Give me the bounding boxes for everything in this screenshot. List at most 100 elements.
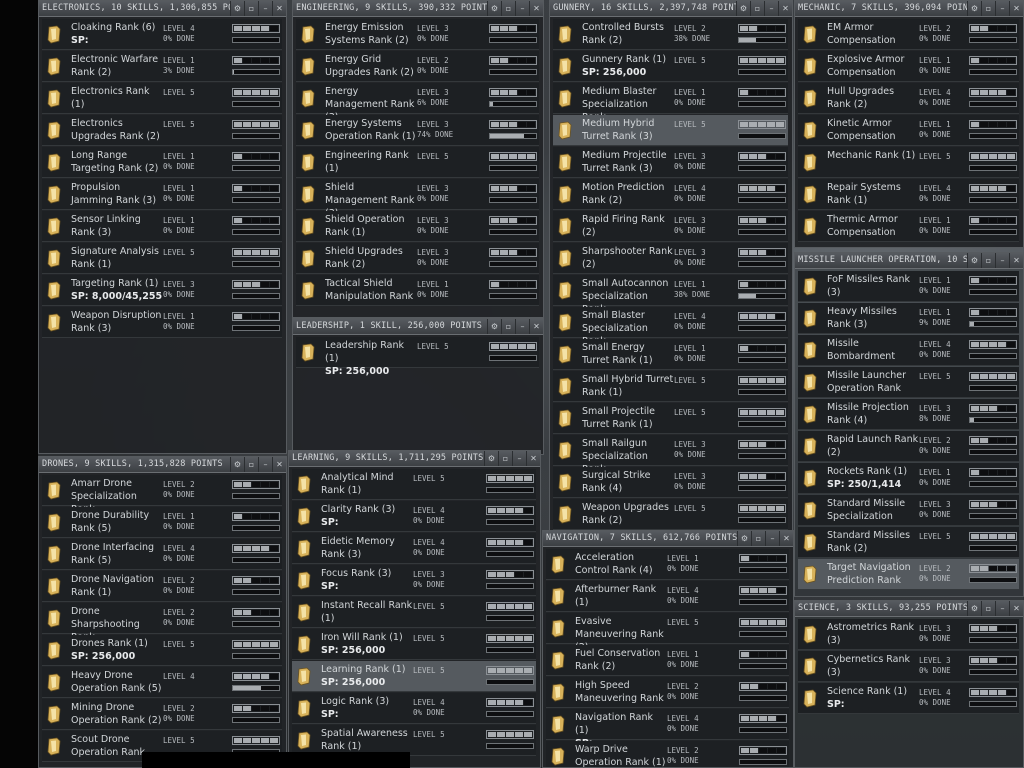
window-titlebar[interactable]: SCIENCE, 3 SKILLS, 93,255 POINTS ⚙ ▫ – ✕ bbox=[795, 601, 1023, 617]
skill-row[interactable]: Thermic Armor Compensation LEVEL 1 0% DONE bbox=[798, 211, 1019, 242]
collapse-icon[interactable]: ▫ bbox=[981, 1, 995, 16]
skill-row[interactable]: Electronics Upgrades Rank (2) LEVEL 5 bbox=[42, 115, 282, 146]
skill-row[interactable]: Long Range Targeting Rank (2) LEVEL 1 0% D… bbox=[42, 147, 282, 178]
skill-row[interactable]: Signature Analysis Rank (1) LEVEL 5 bbox=[42, 243, 282, 274]
collapse-icon[interactable]: ▫ bbox=[501, 1, 515, 16]
skill-row[interactable]: Amarr Drone Specialization RankLEVEL 20%… bbox=[42, 475, 282, 515]
skill-row[interactable]: Acceleration Control Rank (4) LEVEL 1 0% D… bbox=[546, 549, 789, 580]
minimize-icon[interactable]: – bbox=[995, 601, 1009, 616]
collapse-icon[interactable]: ▫ bbox=[244, 457, 258, 472]
skill-row[interactable]: Drone Sharpshooting RankLEVEL 20% DONE bbox=[42, 603, 282, 643]
skill-window-engineering[interactable]: ENGINEERING, 9 SKILLS, 390,332 POINTS ⚙ ▫ –… bbox=[292, 0, 544, 318]
collapse-icon[interactable]: ▫ bbox=[981, 601, 995, 616]
collapse-icon[interactable]: ▫ bbox=[750, 1, 764, 16]
skill-row[interactable]: Propulsion Jamming Rank (3) LEVEL 1 0% DON… bbox=[42, 179, 282, 210]
close-icon[interactable]: ✕ bbox=[526, 451, 540, 466]
skill-row[interactable]: Heavy Missiles Rank (3) LEVEL 1 9% DONE bbox=[798, 303, 1019, 334]
skill-row[interactable]: Cybernetics Rank (3) LEVEL 3 0% DONE bbox=[798, 651, 1019, 682]
settings-icon[interactable]: ⚙ bbox=[484, 451, 498, 466]
skill-row[interactable]: Astrometrics Rank (3) LEVEL 3 0% DONE bbox=[798, 619, 1019, 650]
skill-row[interactable]: Eidetic Memory Rank (3) LEVEL 4 0% DONE bbox=[292, 533, 536, 564]
skill-row[interactable]: Rockets Rank (1) SP: 250/1,414 LEVEL 1 0% D… bbox=[798, 463, 1019, 494]
skill-row[interactable]: Weapon Upgrades Rank (2) LEVEL 5 bbox=[553, 499, 788, 530]
skill-row[interactable]: Rapid Firing Rank (2) LEVEL 3 0% DONE bbox=[553, 211, 788, 242]
skill-row[interactable]: Controlled Bursts Rank (2) LEVEL 2 38% DON… bbox=[553, 19, 788, 50]
skill-row[interactable]: Missile Projection Rank (4) LEVEL 3 8% DON… bbox=[798, 399, 1019, 430]
skill-row[interactable]: Missile Launcher Operation Rank LEVEL 5 bbox=[798, 367, 1019, 398]
settings-icon[interactable]: ⚙ bbox=[736, 1, 750, 16]
skill-window-missile[interactable]: MISSILE LAUNCHER OPERATION, 10 SKILLS ⚙ ▫ –… bbox=[794, 252, 1024, 597]
skill-row[interactable]: Fuel Conservation Rank (2) LEVEL 1 0% DONE bbox=[546, 645, 789, 676]
skill-row[interactable]: Drone Interfacing Rank (5) LEVEL 4 0% DONE bbox=[42, 539, 282, 570]
close-icon[interactable]: ✕ bbox=[778, 1, 792, 16]
settings-icon[interactable]: ⚙ bbox=[487, 319, 501, 334]
settings-icon[interactable]: ⚙ bbox=[487, 1, 501, 16]
skill-row[interactable]: Medium Blaster Specialization RankLEVEL … bbox=[553, 83, 788, 123]
minimize-icon[interactable]: – bbox=[512, 451, 526, 466]
skill-row[interactable]: Standard Missiles Rank (2) LEVEL 5 bbox=[798, 527, 1019, 558]
minimize-icon[interactable]: – bbox=[995, 253, 1009, 268]
skill-row[interactable]: Small Hybrid Turret Rank (1) LEVEL 5 bbox=[553, 371, 788, 402]
settings-icon[interactable]: ⚙ bbox=[967, 1, 981, 16]
skill-row[interactable]: Afterburner Rank (1) LEVEL 4 0% DONE bbox=[546, 581, 789, 612]
skill-row[interactable]: Standard Missile Specialization LEVEL 3 0%… bbox=[798, 495, 1019, 526]
close-icon[interactable]: ✕ bbox=[1009, 253, 1023, 268]
close-icon[interactable]: ✕ bbox=[272, 457, 286, 472]
skill-row[interactable]: Energy Grid Upgrades Rank (2) LEVEL 2 0% D… bbox=[296, 51, 539, 82]
skill-window-mechanic[interactable]: MECHANIC, 7 SKILLS, 396,094 POINTS ⚙ ▫ – ✕ EM… bbox=[794, 0, 1024, 248]
window-titlebar[interactable]: LEARNING, 9 SKILLS, 1,711,295 POINTS ⚙ ▫ – ✕ bbox=[289, 451, 540, 467]
window-titlebar[interactable]: MECHANIC, 7 SKILLS, 396,094 POINTS ⚙ ▫ – ✕ bbox=[795, 1, 1023, 17]
skill-row[interactable]: Medium Projectile Turret Rank (3) LEVEL 3… bbox=[553, 147, 788, 178]
skill-row[interactable]: Targeting Rank (1) SP: 8,000/45,255 LEVEL … bbox=[42, 275, 282, 306]
skill-window-navigation[interactable]: NAVIGATION, 7 SKILLS, 612,766 POINTS ⚙ ▫ – ✕… bbox=[542, 530, 794, 768]
settings-icon[interactable]: ⚙ bbox=[230, 457, 244, 472]
collapse-icon[interactable]: ▫ bbox=[244, 1, 258, 16]
skill-row[interactable]: Navigation Rank (1)SP:LEVEL 40% DONE bbox=[546, 709, 789, 749]
settings-icon[interactable]: ⚙ bbox=[737, 531, 751, 546]
close-icon[interactable]: ✕ bbox=[529, 319, 543, 334]
skill-row[interactable]: Mining Drone Operation Rank (2) LEVEL 2 0%… bbox=[42, 699, 282, 730]
skill-row[interactable]: Tactical Shield Manipulation Rank LEVEL 1… bbox=[296, 275, 539, 306]
settings-icon[interactable]: ⚙ bbox=[230, 1, 244, 16]
skill-row[interactable]: Leadership Rank (1) SP: 256,000 LEVEL 5 bbox=[296, 337, 539, 377]
skill-row[interactable]: Small Autocannon Specialization RankLEVE… bbox=[553, 275, 788, 315]
skill-row[interactable]: Evasive Maneuvering Rank (2)LEVEL 5 bbox=[546, 613, 789, 653]
skill-row[interactable]: Clarity Rank (3) SP: LEVEL 4 0% DONE bbox=[292, 501, 536, 532]
skill-row[interactable]: Shield Operation Rank (1) LEVEL 3 0% DONE bbox=[296, 211, 539, 242]
collapse-icon[interactable]: ▫ bbox=[751, 531, 765, 546]
collapse-icon[interactable]: ▫ bbox=[501, 319, 515, 334]
skill-row[interactable]: Energy Management Rank (3)LEVEL 36% DONE bbox=[296, 83, 539, 123]
skill-row[interactable]: Cloaking Rank (6) SP: LEVEL 4 0% DONE bbox=[42, 19, 282, 50]
skill-row[interactable]: Electronic Warfare Rank (2) LEVEL 1 3% DON… bbox=[42, 51, 282, 82]
skill-window-gunnery[interactable]: GUNNERY, 16 SKILLS, 2,397,748 POINTS ⚙ ▫ – ✕… bbox=[549, 0, 793, 532]
skill-row[interactable]: Iron Will Rank (1) SP: 256,000 LEVEL 5 bbox=[292, 629, 536, 660]
skill-row[interactable]: Gunnery Rank (1) SP: 256,000 LEVEL 5 bbox=[553, 51, 788, 82]
skill-row[interactable]: Shield Management Rank (3)LEVEL 30% DONE bbox=[296, 179, 539, 219]
skill-row[interactable]: Shield Upgrades Rank (2) LEVEL 3 0% DONE bbox=[296, 243, 539, 274]
skill-row[interactable]: Warp Drive Operation Rank (1) LEVEL 2 0% D… bbox=[546, 741, 789, 767]
skill-row[interactable]: Drone Navigation Rank (1) LEVEL 2 0% DONE bbox=[42, 571, 282, 602]
skill-row[interactable]: Electronics Rank (1) LEVEL 5 bbox=[42, 83, 282, 114]
skill-row[interactable]: Repair Systems Rank (1) LEVEL 4 0% DONE bbox=[798, 179, 1019, 210]
settings-icon[interactable]: ⚙ bbox=[967, 601, 981, 616]
skill-row[interactable]: Surgical Strike Rank (4) LEVEL 3 0% DONE bbox=[553, 467, 788, 498]
skill-row[interactable]: Heavy Drone Operation Rank (5) LEVEL 4 bbox=[42, 667, 282, 698]
skill-window-leadership[interactable]: LEADERSHIP, 1 SKILL, 256,000 POINTS ⚙ ▫ – ✕ L… bbox=[292, 318, 544, 455]
skill-row[interactable]: Sharpshooter Rank (2) LEVEL 3 0% DONE bbox=[553, 243, 788, 274]
minimize-icon[interactable]: – bbox=[515, 1, 529, 16]
skill-window-electronics[interactable]: ELECTRONICS, 10 SKILLS, 1,306,855 POINTS… bbox=[38, 0, 287, 454]
minimize-icon[interactable]: – bbox=[764, 1, 778, 16]
skill-row[interactable]: Engineering Rank (1) LEVEL 5 bbox=[296, 147, 539, 178]
skill-row[interactable]: Small Railgun Specialization RankLEVEL 3… bbox=[553, 435, 788, 475]
skill-row[interactable]: Energy Systems Operation Rank (1) LEVEL 3… bbox=[296, 115, 539, 146]
skill-row[interactable]: Small Projectile Turret Rank (1) LEVEL 5 bbox=[553, 403, 788, 434]
skill-row[interactable]: Rapid Launch Rank (2) LEVEL 2 0% DONE bbox=[798, 431, 1019, 462]
skill-row[interactable]: Hull Upgrades Rank (2) LEVEL 4 0% DONE bbox=[798, 83, 1019, 114]
skill-row[interactable]: Logic Rank (3) SP: LEVEL 4 0% DONE bbox=[292, 693, 536, 724]
minimize-icon[interactable]: – bbox=[995, 1, 1009, 16]
skill-row[interactable]: Small Blaster Specialization RankLEVEL 4… bbox=[553, 307, 788, 347]
skill-row[interactable]: Small Energy Turret Rank (1) LEVEL 1 0% DO… bbox=[553, 339, 788, 370]
skill-row[interactable]: Energy Emission Systems Rank (2) LEVEL 30… bbox=[296, 19, 539, 50]
skill-row[interactable]: Explosive Armor Compensation LEVEL 1 0% DO… bbox=[798, 51, 1019, 82]
close-icon[interactable]: ✕ bbox=[272, 1, 286, 16]
